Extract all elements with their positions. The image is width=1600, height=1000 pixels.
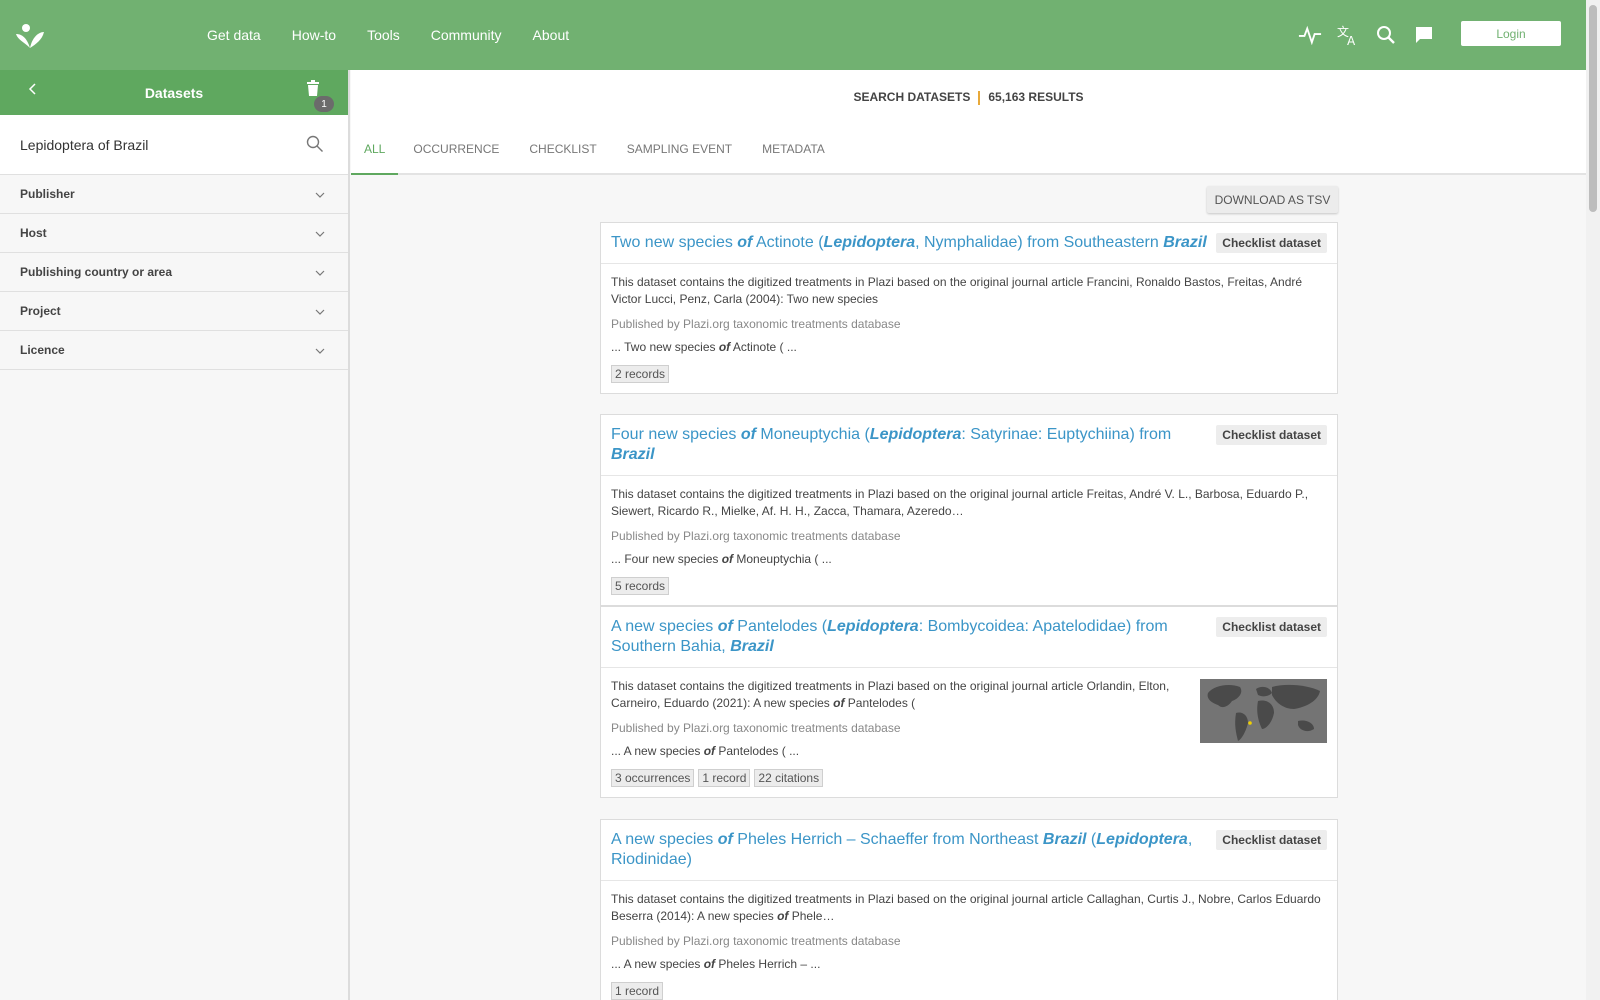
nav-about[interactable]: About xyxy=(533,27,570,43)
card-body: This dataset contains the digitized trea… xyxy=(601,264,1337,393)
facet-licence[interactable]: Licence xyxy=(0,331,348,370)
facet-label: Publishing country or area xyxy=(20,265,173,279)
results-count: 65,163 RESULTS xyxy=(988,90,1084,104)
feedback-icon[interactable] xyxy=(1412,23,1436,47)
top-navigation-bar: Get data How-to Tools Community About 文A… xyxy=(0,0,1586,70)
activity-icon[interactable] xyxy=(1298,23,1322,47)
records-chip[interactable]: 2 records xyxy=(611,365,670,383)
records-chip[interactable]: 1 record xyxy=(611,982,664,1000)
tab-sampling-event[interactable]: SAMPLING EVENT xyxy=(612,128,747,173)
sidebar-search-field[interactable]: Lepidoptera of Brazil xyxy=(0,115,348,175)
occurrences-chip[interactable]: 3 occurrences xyxy=(611,769,695,787)
dataset-card: Two new species of Actinote (Lepidoptera… xyxy=(600,222,1338,394)
count-chips: 2 records xyxy=(611,365,1327,383)
facet-label: Licence xyxy=(20,343,65,357)
search-icon[interactable] xyxy=(306,135,324,156)
occurrence-map-thumbnail[interactable] xyxy=(1200,679,1327,743)
tab-all[interactable]: ALL xyxy=(351,128,399,175)
facet-label: Project xyxy=(20,304,61,318)
search-datasets-label: SEARCH DATASETS xyxy=(853,90,971,104)
publisher-line: Published by Plazi.org taxonomic treatme… xyxy=(611,721,901,735)
dataset-card: Four new species of Moneuptychia (Lepido… xyxy=(600,414,1338,606)
dataset-type-badge: Checklist dataset xyxy=(1216,830,1327,850)
facet-publishing-country[interactable]: Publishing country or area xyxy=(0,253,348,292)
dataset-type-badge: Checklist dataset xyxy=(1216,617,1327,637)
search-icon[interactable] xyxy=(1374,23,1398,47)
dataset-type-badge: Checklist dataset xyxy=(1216,425,1327,445)
top-icon-group: 文A xyxy=(1298,0,1436,70)
card-body: This dataset contains the digitized trea… xyxy=(601,668,1337,797)
facet-host[interactable]: Host xyxy=(0,214,348,253)
match-snippet: ... Four new species of Moneuptychia ( .… xyxy=(611,552,832,566)
count-chips: 1 record xyxy=(611,982,1327,1000)
card-header: A new species of Pantelodes (Lepidoptera… xyxy=(601,607,1337,668)
dataset-card: A new species of Pantelodes (Lepidoptera… xyxy=(600,606,1338,798)
results-summary: SEARCH DATASETS 65,163 RESULTS xyxy=(351,90,1586,105)
tab-checklist[interactable]: CHECKLIST xyxy=(514,128,611,173)
page-scrollbar[interactable] xyxy=(1586,0,1600,1000)
nav-tools[interactable]: Tools xyxy=(367,27,400,43)
main-nav: Get data How-to Tools Community About xyxy=(207,0,600,70)
count-chips: 5 records xyxy=(611,577,1327,595)
match-snippet: ... Two new species of Actinote ( ... xyxy=(611,340,797,354)
chevron-down-icon xyxy=(315,344,325,358)
nav-how-to[interactable]: How-to xyxy=(292,27,336,43)
chevron-left-icon[interactable] xyxy=(28,82,38,101)
chevron-down-icon xyxy=(315,188,325,202)
chevron-down-icon xyxy=(315,305,325,319)
sidebar-title: Datasets xyxy=(144,84,204,101)
records-chip[interactable]: 1 record xyxy=(698,769,751,787)
citations-chip[interactable]: 22 citations xyxy=(754,769,824,787)
card-body: This dataset contains the digitized trea… xyxy=(601,476,1337,605)
tab-metadata[interactable]: METADATA xyxy=(747,128,840,173)
dataset-type-badge: Checklist dataset xyxy=(1216,233,1327,253)
type-tabs: ALL OCCURRENCE CHECKLIST SAMPLING EVENT … xyxy=(351,128,840,175)
download-tsv-button[interactable]: DOWNLOAD AS TSV xyxy=(1207,186,1338,213)
translate-icon[interactable]: 文A xyxy=(1336,23,1360,47)
card-header: A new species of Pheles Herrich – Schaef… xyxy=(601,820,1337,881)
match-snippet: ... A new species of Pantelodes ( ... xyxy=(611,744,800,758)
records-chip[interactable]: 5 records xyxy=(611,577,670,595)
dataset-description: This dataset contains the digitized trea… xyxy=(611,487,1309,518)
facet-publisher[interactable]: Publisher xyxy=(0,175,348,214)
publisher-line: Published by Plazi.org taxonomic treatme… xyxy=(611,529,901,543)
card-body: This dataset contains the digitized trea… xyxy=(601,881,1337,1000)
chevron-down-icon xyxy=(315,266,325,280)
filter-count-badge: 1 xyxy=(314,96,334,112)
filter-sidebar: Datasets 1 Lepidoptera of Brazil Publish… xyxy=(0,70,350,1000)
nav-community[interactable]: Community xyxy=(431,27,502,43)
dataset-description: This dataset contains the digitized trea… xyxy=(611,275,1303,306)
svg-text:A: A xyxy=(1347,34,1356,47)
sidebar-header: Datasets 1 xyxy=(0,70,348,115)
login-button[interactable]: Login xyxy=(1461,21,1561,46)
scrollbar-thumb[interactable] xyxy=(1589,5,1597,212)
nav-get-data[interactable]: Get data xyxy=(207,27,261,43)
dataset-card: A new species of Pheles Herrich – Schaef… xyxy=(600,819,1338,1000)
tab-occurrence[interactable]: OCCURRENCE xyxy=(398,128,514,173)
dataset-title-link[interactable]: Two new species of Actinote (Lepidoptera… xyxy=(611,233,1217,253)
dataset-description: This dataset contains the digitized trea… xyxy=(611,679,1170,710)
publisher-line: Published by Plazi.org taxonomic treatme… xyxy=(611,317,901,331)
facet-label: Host xyxy=(20,226,47,240)
results-header: SEARCH DATASETS 65,163 RESULTS ALL OCCURR… xyxy=(351,70,1586,175)
gbif-logo-icon[interactable] xyxy=(14,20,46,50)
publisher-line: Published by Plazi.org taxonomic treatme… xyxy=(611,934,901,948)
dataset-description: This dataset contains the digitized trea… xyxy=(611,892,1321,923)
card-header: Four new species of Moneuptychia (Lepido… xyxy=(601,415,1337,476)
chevron-down-icon xyxy=(315,227,325,241)
search-query-text[interactable]: Lepidoptera of Brazil xyxy=(20,137,148,153)
card-header: Two new species of Actinote (Lepidoptera… xyxy=(601,223,1337,264)
dataset-title-link[interactable]: Four new species of Moneuptychia (Lepido… xyxy=(611,425,1217,465)
count-chips: 3 occurrences 1 record 22 citations xyxy=(611,769,1187,787)
dataset-title-link[interactable]: A new species of Pantelodes (Lepidoptera… xyxy=(611,617,1217,657)
match-snippet: ... A new species of Pheles Herrich – ..… xyxy=(611,957,821,971)
dataset-title-link[interactable]: A new species of Pheles Herrich – Schaef… xyxy=(611,830,1217,870)
facet-label: Publisher xyxy=(20,187,75,201)
divider xyxy=(978,90,981,105)
facet-project[interactable]: Project xyxy=(0,292,348,331)
